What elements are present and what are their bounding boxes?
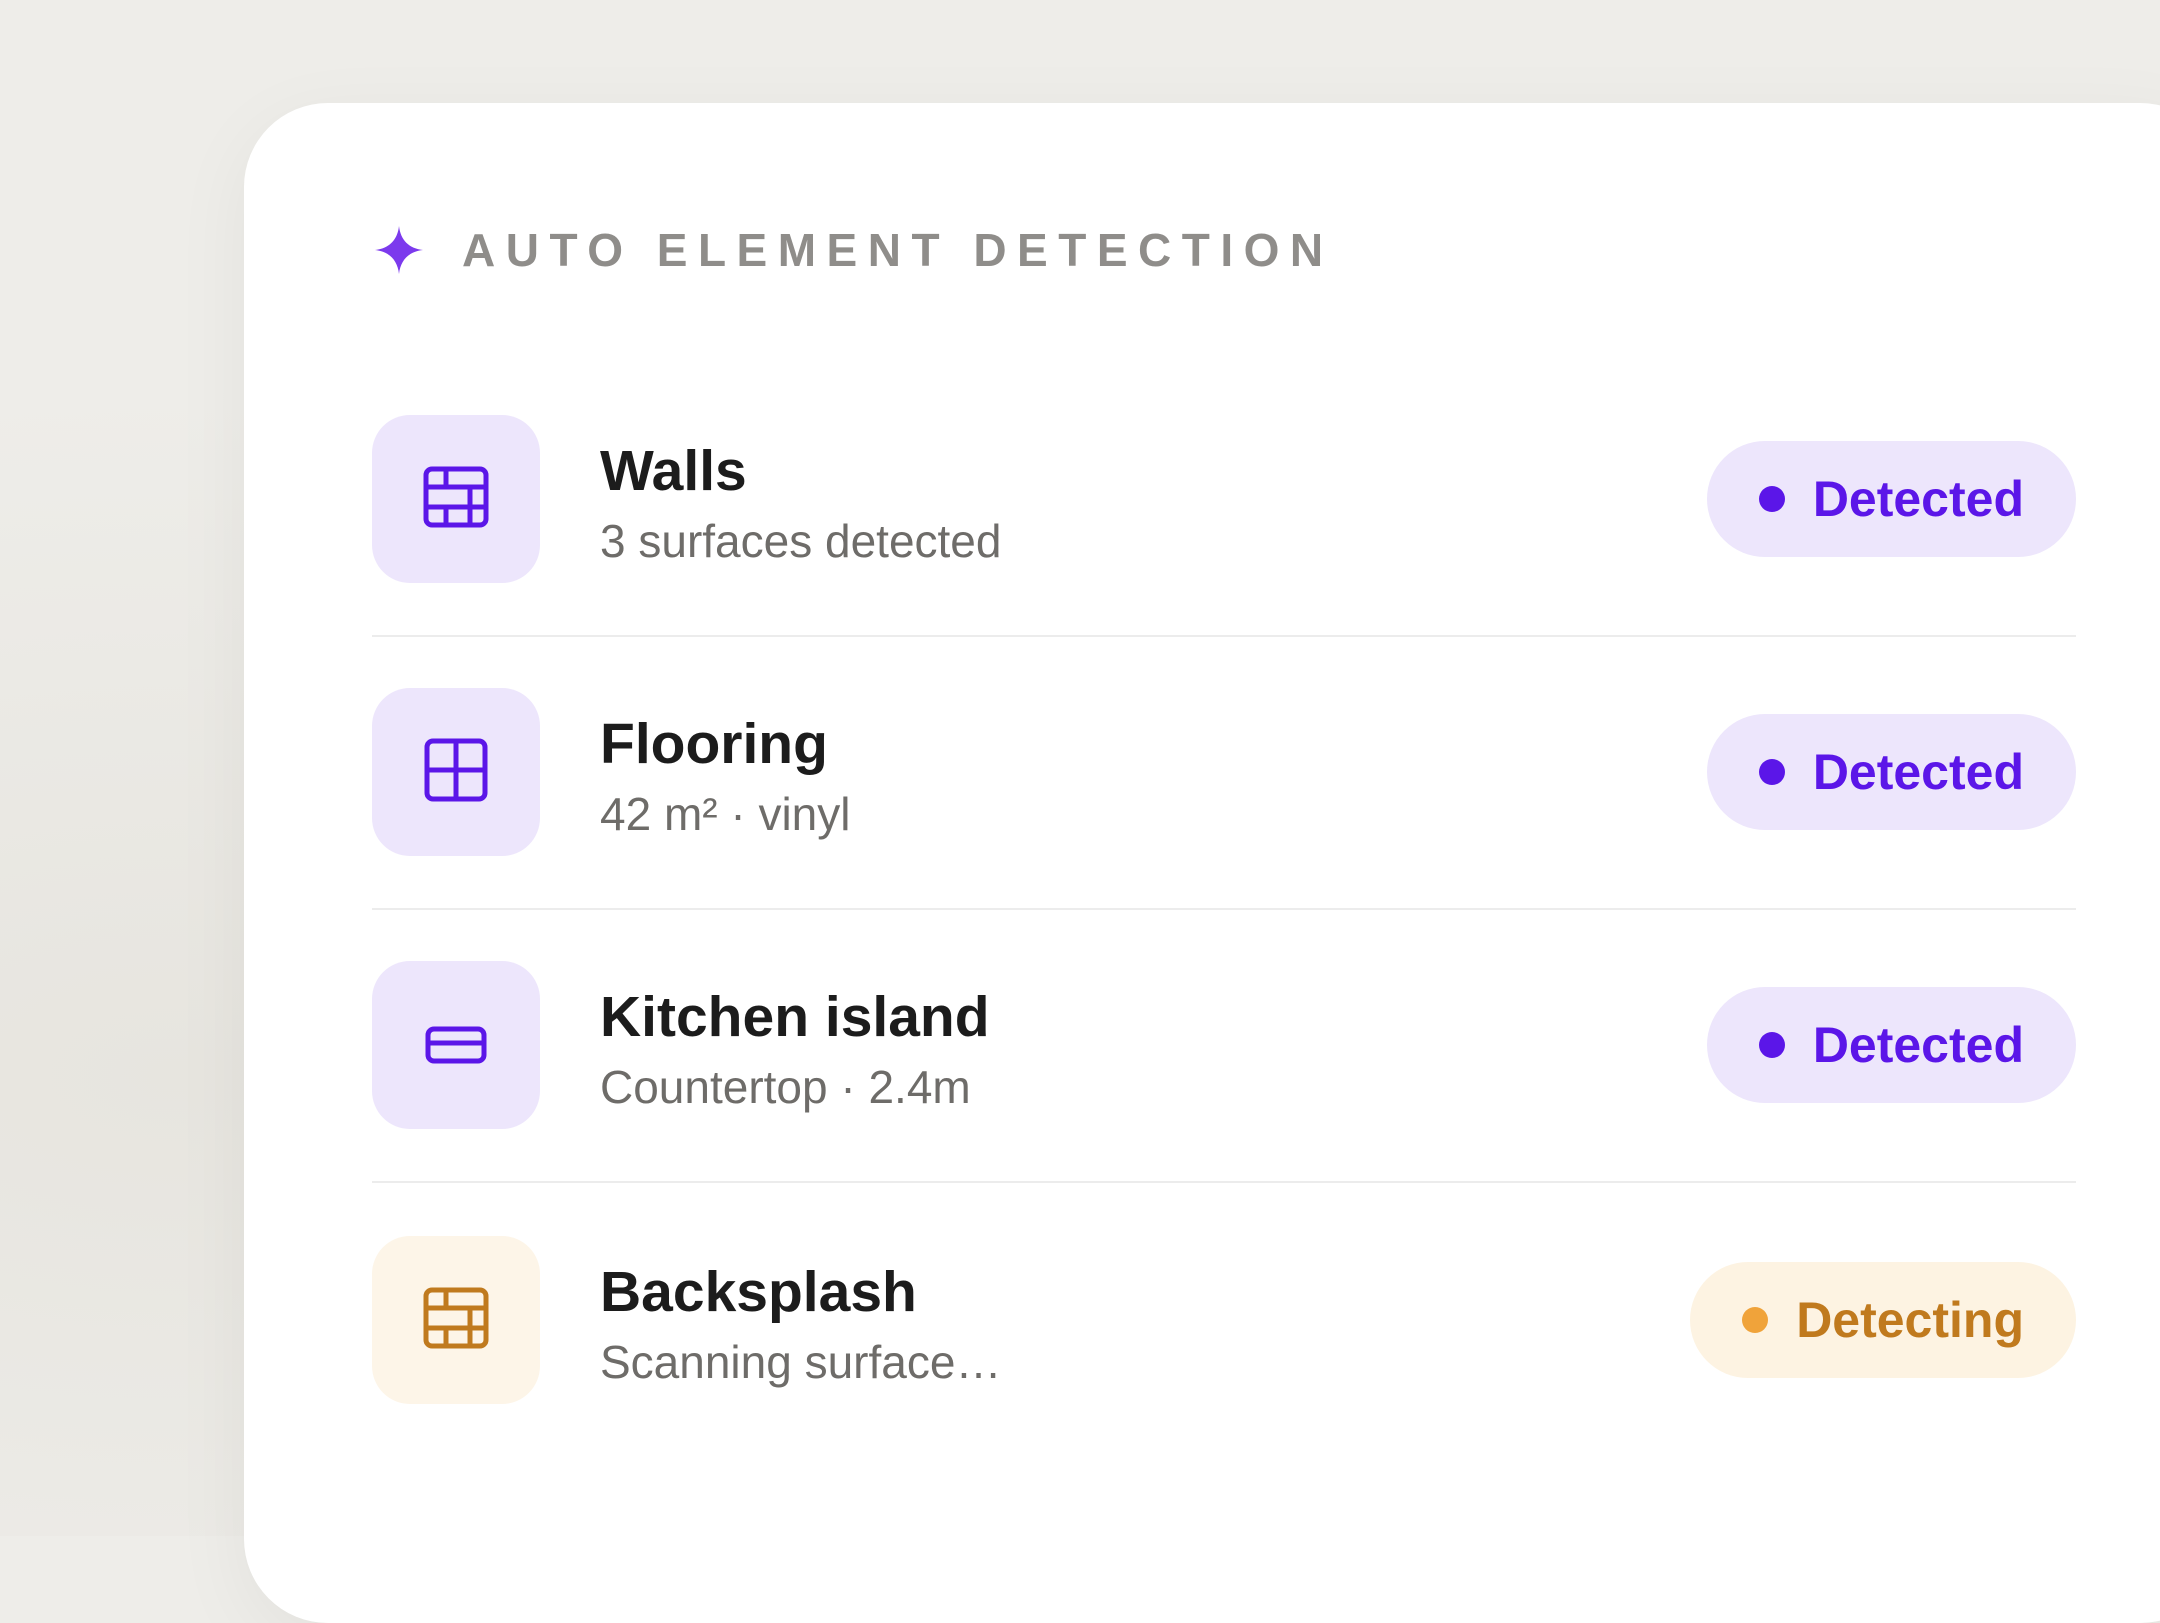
floor-grid-icon — [422, 736, 490, 809]
item-title: Flooring — [600, 712, 828, 776]
panel-title: AUTO ELEMENT DETECTION — [462, 224, 1334, 276]
walls-icon-tile — [372, 415, 540, 583]
item-detail: 3 surfaces detected — [600, 515, 1002, 567]
item-detail: 42 m² · vinyl — [600, 788, 851, 840]
list-item-flooring[interactable]: Flooring 42 m² · vinyl Detected — [372, 637, 2076, 910]
detection-panel: AUTO ELEMENT DETECTION Walls 3 surfaces … — [244, 103, 2160, 1623]
status-label: Detecting — [1796, 1292, 2024, 1348]
kitchen-island-icon-tile — [372, 961, 540, 1129]
brick-wall-icon — [422, 1284, 490, 1357]
item-title: Kitchen island — [600, 985, 990, 1049]
list-item-kitchen-island[interactable]: Kitchen island Countertop · 2.4m Detecte… — [372, 910, 2076, 1183]
status-badge: Detected — [1706, 441, 2076, 557]
status-label: Detected — [1812, 471, 2024, 527]
status-dot — [1742, 1307, 1769, 1333]
panel-header: AUTO ELEMENT DETECTION — [373, 220, 1334, 280]
list-item-backsplash[interactable]: Backsplash Scanning surface… Detecting — [372, 1183, 2076, 1456]
status-label: Detected — [1812, 744, 2024, 800]
item-title: Walls — [600, 439, 747, 503]
item-title: Backsplash — [600, 1260, 917, 1324]
brick-wall-icon — [422, 463, 490, 536]
flooring-icon-tile — [372, 688, 540, 856]
countertop-icon — [422, 1009, 490, 1082]
list-item-walls[interactable]: Walls 3 surfaces detected Detected — [372, 415, 2076, 637]
sparkle-icon — [373, 224, 425, 276]
item-detail: Scanning surface… — [600, 1336, 1002, 1388]
status-badge: Detecting — [1690, 1262, 2076, 1378]
status-label: Detected — [1812, 1017, 2024, 1073]
status-dot — [1758, 759, 1785, 785]
status-badge: Detected — [1706, 714, 2076, 830]
status-badge: Detected — [1706, 987, 2076, 1103]
element-list: Walls 3 surfaces detected Detected Floor… — [372, 415, 2076, 1456]
item-detail: Countertop · 2.4m — [600, 1061, 971, 1113]
status-dot — [1758, 486, 1785, 512]
status-dot — [1758, 1032, 1785, 1058]
backsplash-icon-tile — [372, 1236, 540, 1404]
